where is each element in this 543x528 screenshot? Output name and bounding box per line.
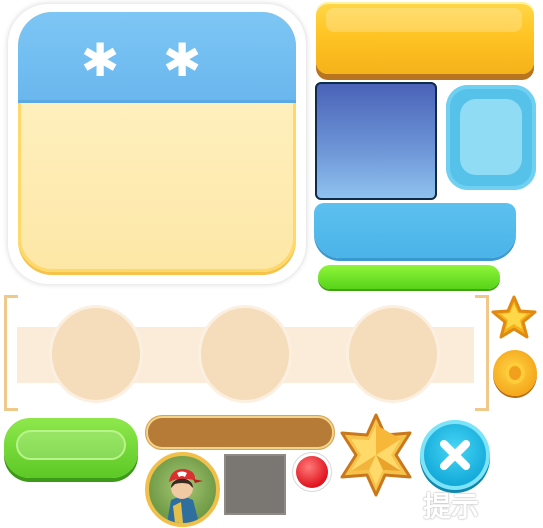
grey-placeholder-tile (224, 454, 286, 515)
cyan-tile-inner (460, 99, 522, 175)
item-slot[interactable] (349, 308, 437, 400)
green-button[interactable] (4, 418, 138, 478)
avatar[interactable] (145, 452, 220, 527)
brown-bar (146, 416, 334, 449)
item-slot[interactable] (52, 308, 140, 400)
button-shine (326, 8, 522, 32)
yellow-button[interactable] (316, 2, 534, 74)
bracket-left (4, 295, 18, 411)
bracket-right (475, 295, 489, 411)
item-slot[interactable] (201, 308, 289, 400)
dialog-panel: ✱ ✱ (18, 12, 296, 272)
star-icon (340, 413, 412, 497)
star-icon (491, 295, 537, 339)
notification-dot-icon (296, 456, 328, 488)
progress-bar-fill (318, 265, 500, 289)
coin-center (505, 362, 525, 384)
coin-icon (493, 350, 537, 396)
avatar-character (167, 468, 203, 523)
blue-gradient-tile (315, 82, 437, 200)
snowflake-icon: ✱ (162, 33, 202, 87)
cyan-rounded-tile[interactable] (446, 85, 536, 190)
blue-tab-panel (314, 203, 516, 258)
dialog-panel-header: ✱ ✱ (18, 12, 296, 103)
snowflake-icon: ✱ (80, 33, 120, 87)
button-shine (16, 430, 126, 460)
close-icon (440, 440, 470, 470)
hint-label: 提示 (422, 490, 479, 523)
close-button[interactable] (424, 424, 486, 486)
